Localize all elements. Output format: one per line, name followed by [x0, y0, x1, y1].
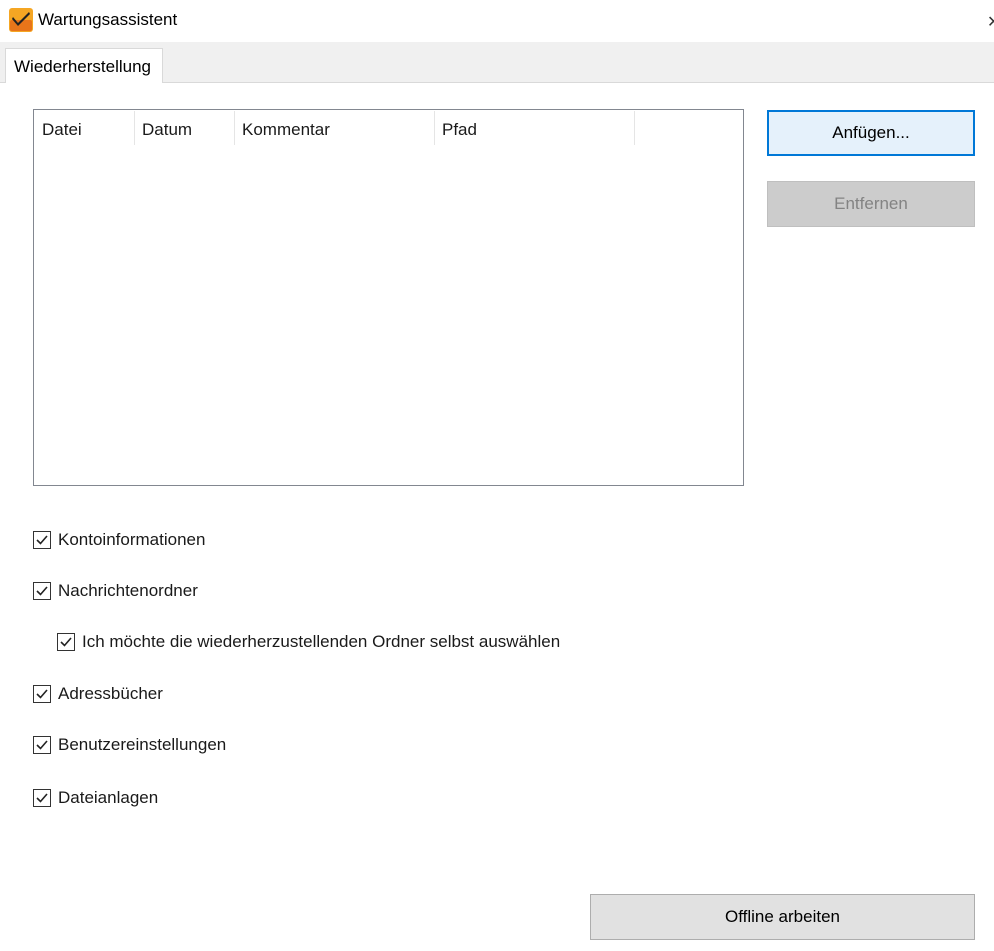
remove-button[interactable]: Entfernen: [767, 181, 975, 227]
work-offline-button[interactable]: Offline arbeiten: [590, 894, 975, 940]
tab-wiederherstellung[interactable]: Wiederherstellung: [5, 48, 163, 83]
option-account-info[interactable]: Kontoinformationen: [33, 530, 205, 550]
option-select-folders[interactable]: Ich möchte die wiederherzustellenden Ord…: [57, 632, 560, 652]
backup-list[interactable]: Datei Datum Kommentar Pfad: [33, 109, 744, 486]
checkmark-icon: [36, 586, 48, 596]
address-books-label: Adressbücher: [58, 684, 163, 703]
app-logo-icon: [9, 8, 33, 32]
column-header-kommentar[interactable]: Kommentar: [235, 111, 435, 145]
close-icon[interactable]: ✕: [987, 12, 994, 28]
attachments-checkbox[interactable]: [33, 789, 51, 807]
column-header-datei[interactable]: Datei: [35, 111, 135, 145]
option-user-settings[interactable]: Benutzereinstellungen: [33, 735, 226, 755]
message-folders-checkbox[interactable]: [33, 582, 51, 600]
select-folders-label: Ich möchte die wiederherzustellenden Ord…: [82, 632, 561, 651]
column-header-pfad[interactable]: Pfad: [435, 111, 635, 145]
option-attachments[interactable]: Dateianlagen: [33, 788, 158, 808]
column-header-datum[interactable]: Datum: [135, 111, 235, 145]
option-message-folders[interactable]: Nachrichtenordner: [33, 581, 198, 601]
tab-strip: Wiederherstellung: [0, 42, 994, 83]
add-button[interactable]: Anfügen...: [767, 110, 975, 156]
window-title: Wartungsassistent: [38, 10, 178, 29]
checkmark-icon: [36, 689, 48, 699]
account-info-checkbox[interactable]: [33, 531, 51, 549]
title-bar: Wartungsassistent ✕: [0, 0, 994, 42]
checkmark-icon: [36, 793, 48, 803]
message-folders-label: Nachrichtenordner: [58, 581, 198, 600]
user-settings-checkbox[interactable]: [33, 736, 51, 754]
checkmark-icon: [60, 637, 72, 647]
user-settings-label: Benutzereinstellungen: [58, 735, 227, 754]
checkmark-icon: [36, 535, 48, 545]
account-info-label: Kontoinformationen: [58, 530, 206, 549]
checkmark-icon: [36, 740, 48, 750]
attachments-label: Dateianlagen: [58, 788, 159, 807]
option-address-books[interactable]: Adressbücher: [33, 684, 163, 704]
select-folders-checkbox[interactable]: [57, 633, 75, 651]
address-books-checkbox[interactable]: [33, 685, 51, 703]
